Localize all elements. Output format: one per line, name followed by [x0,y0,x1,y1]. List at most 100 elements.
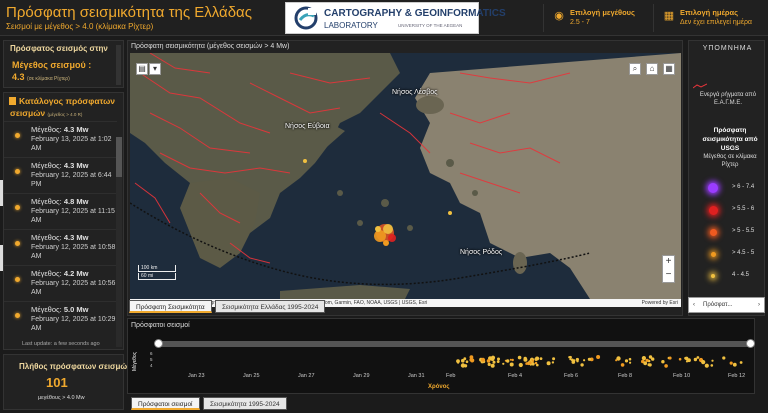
list-item[interactable]: Μέγεθος: 4.2 Mw February 12, 2025 at 10:5… [4,265,117,299]
timeline-event-dot[interactable] [534,362,538,365]
timeline-event-dot[interactable] [641,356,646,361]
timeline-event-dot[interactable] [647,363,651,367]
basemap-button[interactable]: ▦ [663,63,675,75]
list-item[interactable]: Μέγεθος: 4.3 Mw February 12, 2025 at 6:44… [4,157,117,191]
xtick-label: Jan 23 [188,373,205,379]
timeline-event-dot[interactable] [502,362,505,365]
timeline-event-dot[interactable] [523,357,528,362]
timeline-event-dot[interactable] [552,357,556,361]
timeline-event-dot[interactable] [587,357,591,361]
list-item[interactable]: Μέγεθος: 5.0 Mw February 12, 2025 at 10:2… [4,301,117,335]
magnitude-value: 4.3 Mw [63,233,89,242]
timeline-event-dot[interactable] [629,361,632,364]
tab-recent-earthquakes[interactable]: Πρόσφατοι σεισμοί [131,397,200,410]
timeline-event-dot[interactable] [486,359,491,363]
timeline-event-dot[interactable] [539,357,543,360]
timeline-event-dot[interactable] [580,363,584,367]
timeline-event-dot[interactable] [480,357,486,362]
timeline-event-dot[interactable] [509,362,514,367]
timeline-event-dot[interactable] [645,358,649,362]
legend-prev-icon[interactable]: ‹ [693,298,695,312]
timeline-event-dot[interactable] [732,362,737,367]
zoom-out-button[interactable]: − [663,269,674,282]
count-subtitle: μεγέθους > 4.0 Mw [38,395,85,401]
timeline-event-dot[interactable] [678,357,682,361]
timeline-event-dot[interactable] [729,361,733,365]
tab-greece-seismicity[interactable]: Σεισμικότητα Ελλάδας 1995-2024 [215,300,326,313]
zoom-in-button[interactable]: + [663,256,674,269]
map-title: Πρόσφατη σεισμικότητα (μέγεθος σεισμών >… [131,43,290,50]
map-view[interactable]: Νήσος Λέσβος Νήσος Εύβοια Νήσος Ρόδος ▤ … [130,53,681,299]
xtick-label: Feb 10 [673,373,691,379]
timeline-event-dot[interactable] [463,364,468,368]
timeline-event-dot[interactable] [722,356,726,360]
timeline-event-dot[interactable] [583,359,586,362]
timeline-event-dot[interactable] [506,359,510,363]
layer-dropdown-button[interactable]: ▾ [149,63,161,75]
timeline-event-dot[interactable] [509,358,512,361]
timeline-event-dot[interactable] [696,356,700,359]
timeline-event-dot[interactable] [711,359,714,362]
timeline-event-dot[interactable] [668,356,672,360]
timeline-event-dot[interactable] [489,356,493,360]
timeline-event-dot[interactable] [518,362,523,368]
timeline-event-dot[interactable] [624,359,629,363]
list-item[interactable]: Μέγεθος: 4.3 Mw February 12, 2025 at 10:5… [4,229,117,263]
timeline-event-dot[interactable] [693,357,698,362]
timeline-event-dot[interactable] [496,360,500,363]
time-slider-start-handle[interactable] [154,339,163,348]
timeline-event-dot[interactable] [687,358,691,363]
list-scrollbar-thumb[interactable] [116,137,122,177]
timeline-event-dot[interactable] [710,364,714,367]
timeline-event-dot[interactable] [596,355,601,359]
tab-recent-seismicity[interactable]: Πρόσφατη Σεισμικότητα [129,300,212,313]
timeline-event-dot[interactable] [517,355,522,360]
list-item[interactable]: Μέγεθος: 4.8 Mw February 12, 2025 at 11:1… [4,193,117,227]
magnitude-selector-value: 2.5 - 7 [570,19,590,26]
layer-list-button[interactable]: ▤ [136,63,148,75]
timeline-event-dot[interactable] [492,360,496,364]
timeline-event-dot[interactable] [620,363,625,367]
timeline-event-dot[interactable] [664,364,668,368]
timeline-event-dot[interactable] [615,359,618,362]
legend-title: ΥΠΟΜΝΗΜΑ [702,45,753,52]
timeline-event-dot[interactable] [571,360,576,364]
tab-seismicity-1995-2024[interactable]: Σεισμικότητα 1995-2024 [203,397,287,410]
earthquake-dot-icon [15,313,20,318]
legend-next-icon[interactable]: › [758,298,760,312]
count-heading: Πλήθος πρόσφατων σεισμών [19,362,132,371]
list-item[interactable]: Μέγεθος: 4.3 Mw February 13, 2025 at 1:02… [4,121,117,155]
timeline-event-dot[interactable] [661,360,665,364]
magnitude-selector[interactable]: ◉ Επιλογή μεγέθους 2.5 - 7 [543,4,653,32]
timeline-event-dot[interactable] [704,363,709,368]
home-button[interactable]: ⌂ [646,63,658,75]
timeline-event-dot[interactable] [569,355,572,359]
timeline-event-dot[interactable] [643,361,648,366]
recent-scrollbar[interactable] [116,45,121,85]
day-selector[interactable]: ▦ Επιλογή ημέρας Δεν έχει επιλεγεί ημέρα [653,4,768,32]
powered-by-esri[interactable]: Powered by Esri [642,299,678,307]
timeline-event-dot[interactable] [546,361,551,366]
timeline-event-dot[interactable] [528,361,532,365]
time-slider-end-handle[interactable] [746,339,755,348]
timeline-event-dot[interactable] [465,360,469,363]
legend-selector[interactable]: ‹ Πρόσφατ... › [688,297,765,313]
timeline-event-dot[interactable] [551,361,555,364]
time-slider[interactable] [154,339,755,348]
map-search-button[interactable]: ⌕ [629,63,641,75]
timeline-event-dot[interactable] [576,360,579,363]
timeline-event-dot[interactable] [628,357,632,361]
timeline-event-dot[interactable] [739,361,743,364]
timeline-event-dot[interactable] [497,357,500,361]
timeline-event-dot[interactable] [463,357,467,361]
timeline-event-dot[interactable] [535,356,540,361]
timeline-event-dot[interactable] [487,362,491,366]
timeline-event-dot[interactable] [490,363,495,368]
timeline-event-dot[interactable] [511,358,514,362]
list-scrollbar[interactable] [116,137,122,347]
timeline-event-dot[interactable] [648,355,653,359]
lab-logo[interactable]: CARTOGRAPHY & GEOINFORMATICS LABORATORY … [285,2,506,34]
timeline-event-dot[interactable] [456,359,460,363]
timeline-event-dot[interactable] [701,360,706,365]
timeline-event-dot[interactable] [469,358,473,362]
